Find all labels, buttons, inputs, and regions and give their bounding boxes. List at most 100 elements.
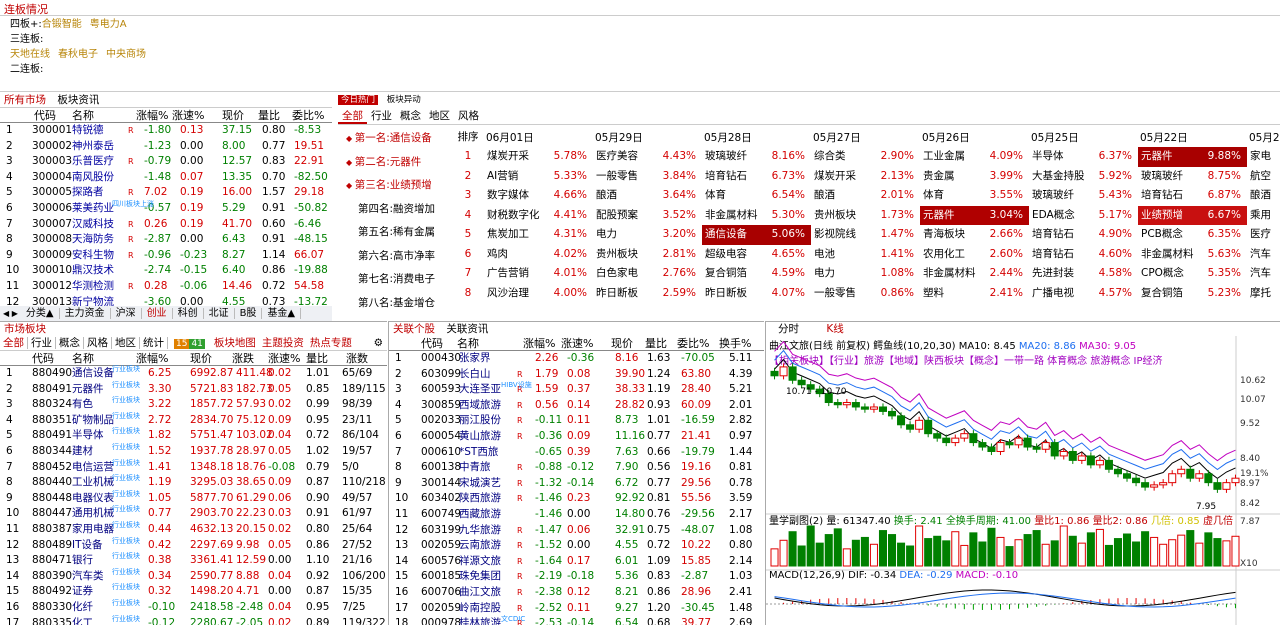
sector-tab[interactable]: 概念 (56, 337, 84, 349)
tab-kline[interactable]: K线 (814, 322, 855, 336)
market-col-header[interactable]: 名称 (72, 108, 94, 123)
hot-cell[interactable]: 鸡肉 4.02% (484, 245, 593, 265)
sector-col-header[interactable]: 涨速% (268, 351, 300, 366)
lianban-stock[interactable]: 中央商场 (106, 49, 146, 60)
hot-date[interactable]: 05月22日 (1140, 130, 1188, 145)
hot-cell[interactable]: 电池 1.41% (811, 245, 920, 265)
lianban-stock[interactable]: 粤电力A (90, 19, 127, 30)
sector-row[interactable]: 4 880351 矿物制品 2.72 2834.70 75.12 0.09 0.95 23/11… (0, 412, 387, 429)
nav-arrows[interactable]: ◀ ▶ (0, 309, 21, 318)
sector-tab[interactable]: 行业 (28, 337, 56, 349)
hot-cell[interactable]: 医疗 (1247, 225, 1280, 245)
related-row[interactable]: 18 000978 桂林旅游 -2.53 -0.14 6.54 0.68 39.77 2.69 R… (389, 615, 764, 625)
related-row[interactable]: 13 002059 云南旅游 -1.52 0.00 4.55 0.72 10.22 0.80 R (389, 538, 764, 554)
hot-cell[interactable]: 乘用 (1247, 206, 1280, 226)
hot-cell[interactable]: 财税数字化 4.41% (484, 206, 593, 226)
hot-date[interactable]: 05月2 (1249, 130, 1280, 145)
hot-cell[interactable]: 汽车 (1247, 245, 1280, 265)
hot-cell[interactable]: 电力 3.20% (593, 225, 702, 245)
related-row[interactable]: 16 600706 曲江文旅 -2.38 0.12 8.21 0.86 28.96 2.41 R (389, 585, 764, 601)
hot-cell[interactable]: 酿酒 3.64% (593, 186, 702, 206)
market-col-header[interactable]: 现价 (222, 108, 244, 123)
hot-cell[interactable]: 贵州板块 2.81% (593, 245, 702, 265)
hot-cell[interactable]: 昨日断板 4.07% (702, 284, 811, 304)
market-col-header[interactable]: 涨速% (172, 108, 204, 123)
market-bottom-tab[interactable]: 主力资金 (59, 308, 111, 319)
sector-row[interactable]: 16 880330 化纤 -0.10 2418.58 -2.48 0.04 0.95 7/25 行… (0, 599, 387, 616)
market-row[interactable]: 9 300009 安科生物 -0.96 -0.23 8.27 1.14 66.07 R (0, 248, 332, 264)
market-bottom-tab[interactable]: B股 (234, 308, 263, 319)
hot-date[interactable]: 05月26日 (922, 130, 970, 145)
hot-cell[interactable]: 体育 3.55% (920, 186, 1029, 206)
hot-subtab[interactable]: 风格 (454, 110, 483, 122)
sector-row[interactable]: 7 880452 电信运营 1.41 1348.18 18.76 -0.08 0.79 5/0 行… (0, 459, 387, 476)
hot-date[interactable]: 05月29日 (595, 130, 643, 145)
hot-date[interactable]: 06月01日 (486, 130, 534, 145)
related-row[interactable]: 15 600185 珠免集团 -2.19 -0.18 5.36 0.83 -2.87 1.03 R (389, 569, 764, 585)
sector-link[interactable]: 板块地图 (211, 337, 259, 349)
sector-link[interactable]: 热点专题 (307, 337, 355, 349)
market-col-header[interactable]: 代码 (34, 108, 56, 123)
hot-cell[interactable]: 酿酒 2.01% (811, 186, 920, 206)
hot-cell[interactable]: 贵金属 3.99% (920, 167, 1029, 187)
hot-cell[interactable]: 昨日断板 2.59% (593, 284, 702, 304)
related-row[interactable]: 5 002033 丽江股份 -0.11 0.11 8.73 1.01 -16.59 2.82 R (389, 413, 764, 429)
hot-cell[interactable]: 非金属材料 5.30% (702, 206, 811, 226)
market-bottom-tab[interactable]: 科创 (172, 308, 204, 319)
hot-date[interactable]: 05月28日 (704, 130, 752, 145)
hot-cell[interactable]: 体育 6.54% (702, 186, 811, 206)
tab-sector-move[interactable]: 板块异动 (381, 95, 427, 105)
sector-row[interactable]: 9 880448 电器仪表 1.05 5877.70 61.29 0.06 0.90 49/57… (0, 490, 387, 507)
hot-cell[interactable]: 白色家电 2.76% (593, 264, 702, 284)
hot-cell[interactable]: 贵州板块 1.73% (811, 206, 920, 226)
sector-row[interactable]: 17 880335 化工 -0.12 2280.67 -2.05 0.02 0.89 119/3… (0, 615, 387, 625)
related-row[interactable]: 17 002059 岭南控股 -2.52 0.11 9.27 1.20 -30.45 1.48 R (389, 601, 764, 617)
related-row[interactable]: 8 600138 中青旅 -0.88 -0.12 7.90 0.56 19.16 0.81 R (389, 460, 764, 476)
hot-cell[interactable]: 非金属材料 2.44% (920, 264, 1029, 284)
market-bottom-tab[interactable]: 沪深 (110, 308, 142, 319)
hot-cell[interactable]: 家电 (1247, 147, 1280, 167)
hot-cell[interactable]: 综合类 2.90% (811, 147, 920, 167)
hot-cell[interactable]: 一般零售 0.86% (811, 284, 920, 304)
related-col-header[interactable]: 量比 (645, 336, 667, 351)
hot-cell[interactable]: 电力 1.08% (811, 264, 920, 284)
market-row[interactable]: 10 300010 鼎汉技术 -2.74 -0.15 6.40 0.86 -19.88 (0, 263, 332, 279)
related-row[interactable]: 2 603099 长白山 1.79 0.08 39.90 1.24 63.80 4.39 R (389, 367, 764, 383)
sector-row[interactable]: 14 880390 汽车类 0.34 2590.77 8.88 0.04 0.92 106/20… (0, 568, 387, 585)
lianban-stock[interactable]: 天地在线 (10, 49, 50, 60)
tab-related-news[interactable]: 关联资讯 (442, 322, 492, 336)
related-col-header[interactable]: 委比% (677, 336, 709, 351)
sector-tab[interactable]: 全部 (0, 337, 28, 349)
sector-link[interactable]: 主题投资 (259, 337, 307, 349)
hot-cell[interactable]: 元器件 9.88% (1138, 147, 1247, 167)
hot-cell[interactable]: 风沙治理 4.00% (484, 284, 593, 304)
hot-subtab[interactable]: 行业 (367, 110, 396, 122)
hot-cell[interactable]: 汽车 (1247, 264, 1280, 284)
sector-row[interactable]: 1 880490 通信设备 6.25 6992.87 411.48 0.02 1.01 65/6… (0, 365, 387, 382)
market-bottom-tab[interactable]: 基金▲ (262, 308, 302, 319)
hot-cell[interactable]: 元器件 3.04% (920, 205, 1029, 225)
hot-cell[interactable]: 广告营销 4.01% (484, 264, 593, 284)
hot-cell[interactable]: 培育钻石 4.60% (1029, 245, 1138, 265)
market-row[interactable]: 5 300005 探路者 7.02 0.19 16.00 1.57 29.18 R (0, 185, 332, 201)
related-col-header[interactable]: 换手% (719, 336, 751, 351)
hot-cell[interactable]: 复合铜箔 4.59% (702, 264, 811, 284)
hot-rank-item[interactable]: 第七名:消费电子 (338, 268, 450, 292)
sector-row[interactable]: 10 880447 通用机械 0.77 2903.70 22.23 0.03 0.91 61/9… (0, 505, 387, 522)
sector-col-header[interactable]: 现价 (190, 351, 212, 366)
hot-cell[interactable]: 玻璃玻纤 5.43% (1029, 186, 1138, 206)
related-col-header[interactable]: 现价 (611, 336, 633, 351)
hot-cell[interactable]: 广播电视 4.57% (1029, 284, 1138, 304)
related-col-header[interactable]: 涨速% (561, 336, 593, 351)
hot-cell[interactable]: 超级电容 4.65% (702, 245, 811, 265)
hot-cell[interactable]: 玻璃玻纤 8.16% (702, 147, 811, 167)
hot-subtab[interactable]: 概念 (396, 110, 425, 122)
hot-cell[interactable]: EDA概念 5.17% (1029, 206, 1138, 226)
related-row[interactable]: 9 300144 宋城演艺 -1.32 -0.14 6.72 0.77 29.56 0.78 R (389, 476, 764, 492)
market-row[interactable]: 7 300007 汉威科技 0.26 0.19 41.70 0.60 -6.46 R (0, 217, 332, 233)
hot-cell[interactable]: 配股预案 3.52% (593, 206, 702, 226)
hot-rank-item[interactable]: ◆ 第二名:元器件 (338, 151, 450, 175)
related-row[interactable]: 6 600054 黄山旅游 -0.36 0.09 11.16 0.77 21.41 0.97 R (389, 429, 764, 445)
market-col-header[interactable]: 量比 (258, 108, 280, 123)
hot-cell[interactable]: 焦炭加工 4.31% (484, 225, 593, 245)
